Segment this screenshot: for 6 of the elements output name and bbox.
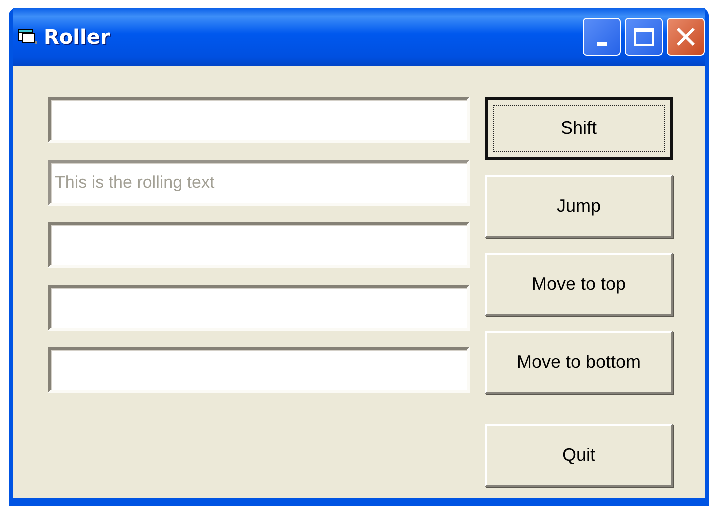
push-button[interactable]: Shift xyxy=(485,97,673,160)
push-button[interactable]: Move to top xyxy=(485,253,673,316)
push-button[interactable]: Move to bottom xyxy=(485,331,673,394)
push-button[interactable]: Quit xyxy=(485,424,673,487)
window-title: Roller xyxy=(44,25,112,49)
push-button[interactable]: Jump xyxy=(485,175,673,238)
